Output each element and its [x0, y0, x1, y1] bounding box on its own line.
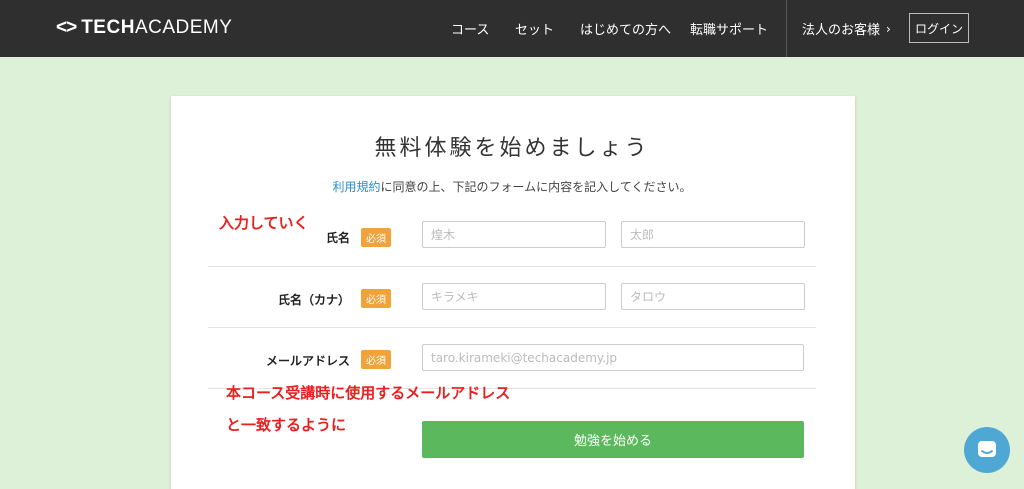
row-divider [208, 266, 816, 267]
required-badge: 必須 [361, 289, 391, 308]
required-badge: 必須 [361, 350, 391, 369]
nav-set[interactable]: セット [515, 19, 554, 38]
annotation-input-note: 入力していく [219, 214, 309, 232]
annotation-email-note-2: と一致するように [226, 416, 347, 434]
nav-corporate-label: 法人のお客様 [802, 23, 881, 38]
nav-corporate[interactable]: 法人のお客様 › [802, 0, 891, 57]
first-name-kana-input[interactable] [621, 283, 805, 310]
email-input[interactable] [422, 344, 804, 371]
required-badge: 必須 [361, 228, 391, 247]
logo-tech-text: TECH [81, 17, 135, 38]
row-divider [208, 327, 816, 328]
chat-icon [978, 441, 996, 457]
annotation-email-note-1: 本コース受講時に使用するメールアドレス [226, 384, 511, 402]
intro-rest: に同意の上、下記のフォームに内容を記入してください。 [380, 180, 692, 194]
last-name-input[interactable] [422, 221, 606, 248]
top-navbar: <> TECH ACADEMY コース セット はじめての方へ 転職サポート 法… [0, 0, 1024, 57]
logo-academy-text: ACADEMY [134, 17, 233, 38]
techacademy-logo[interactable]: <> TECH ACADEMY [56, 17, 232, 39]
terms-link[interactable]: 利用規約 [333, 180, 381, 194]
kana-label: 氏名（カナ） [277, 293, 350, 307]
chat-button[interactable] [964, 427, 1010, 473]
last-name-kana-input[interactable] [422, 283, 606, 310]
login-button[interactable]: ログイン [909, 13, 969, 43]
start-learning-button[interactable]: 勉強を始める [422, 421, 804, 458]
nav-course[interactable]: コース [451, 19, 489, 38]
code-brackets-icon: <> [56, 17, 77, 38]
first-name-input[interactable] [621, 221, 805, 248]
chevron-right-icon: › [886, 21, 891, 36]
nav-career-support[interactable]: 転職サポート [690, 19, 768, 38]
page-title: 無料体験を始めましょう [374, 136, 650, 161]
intro-text: 利用規約に同意の上、下記のフォームに内容を記入してください。 [0, 178, 1024, 195]
nav-first-time[interactable]: はじめての方へ [580, 19, 671, 38]
nav-divider [786, 0, 787, 57]
email-label: メールアドレス [265, 354, 350, 368]
